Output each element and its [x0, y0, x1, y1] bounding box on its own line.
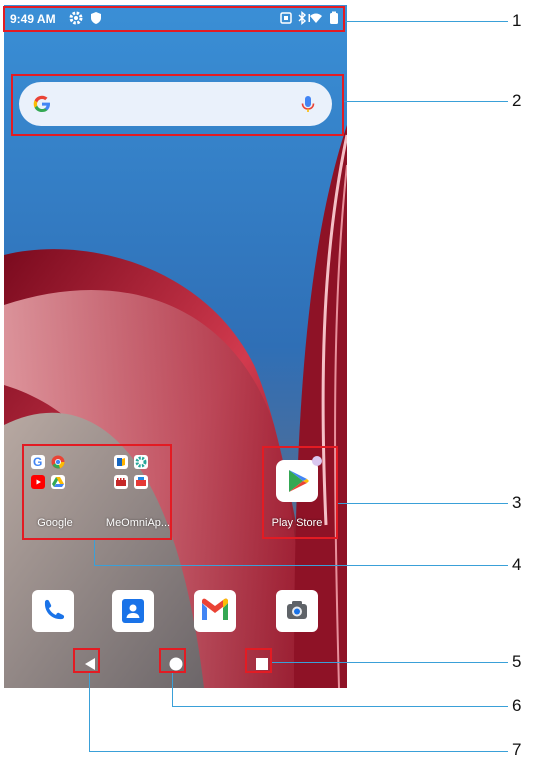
leader-line-2: [344, 101, 508, 102]
callout-7: 7: [512, 740, 522, 759]
leader-line-6-v: [172, 673, 173, 706]
callout-4: 4: [512, 555, 522, 574]
highlight-recents-button: [245, 648, 272, 673]
leader-line-6-h: [172, 706, 508, 707]
leader-line-5: [272, 662, 508, 663]
phone-icon: [44, 599, 65, 620]
leader-line-1: [345, 21, 508, 22]
callout-6: 6: [512, 696, 522, 715]
highlight-back-button: [73, 648, 100, 673]
highlight-home-button: [159, 648, 186, 673]
contacts-app[interactable]: [112, 590, 154, 632]
camera-icon: [287, 601, 307, 619]
highlight-status-bar: [3, 6, 345, 32]
gmail-icon: [202, 598, 228, 620]
highlight-play-store: [262, 446, 338, 539]
highlight-folders: [22, 444, 172, 540]
contacts-icon: [122, 599, 144, 623]
callout-5: 5: [512, 652, 522, 671]
phone-app[interactable]: [32, 590, 74, 632]
callout-1: 1: [512, 11, 522, 30]
leader-line-4-h: [94, 565, 508, 566]
leader-line-3: [338, 503, 508, 504]
highlight-search-bar: [11, 74, 344, 136]
callout-3: 3: [512, 493, 522, 512]
leader-line-7-v: [89, 673, 90, 751]
gmail-app[interactable]: [194, 590, 236, 632]
camera-app[interactable]: [276, 590, 318, 632]
leader-line-7-h: [89, 751, 508, 752]
leader-line-4-v: [94, 540, 95, 565]
callout-2: 2: [512, 91, 522, 110]
